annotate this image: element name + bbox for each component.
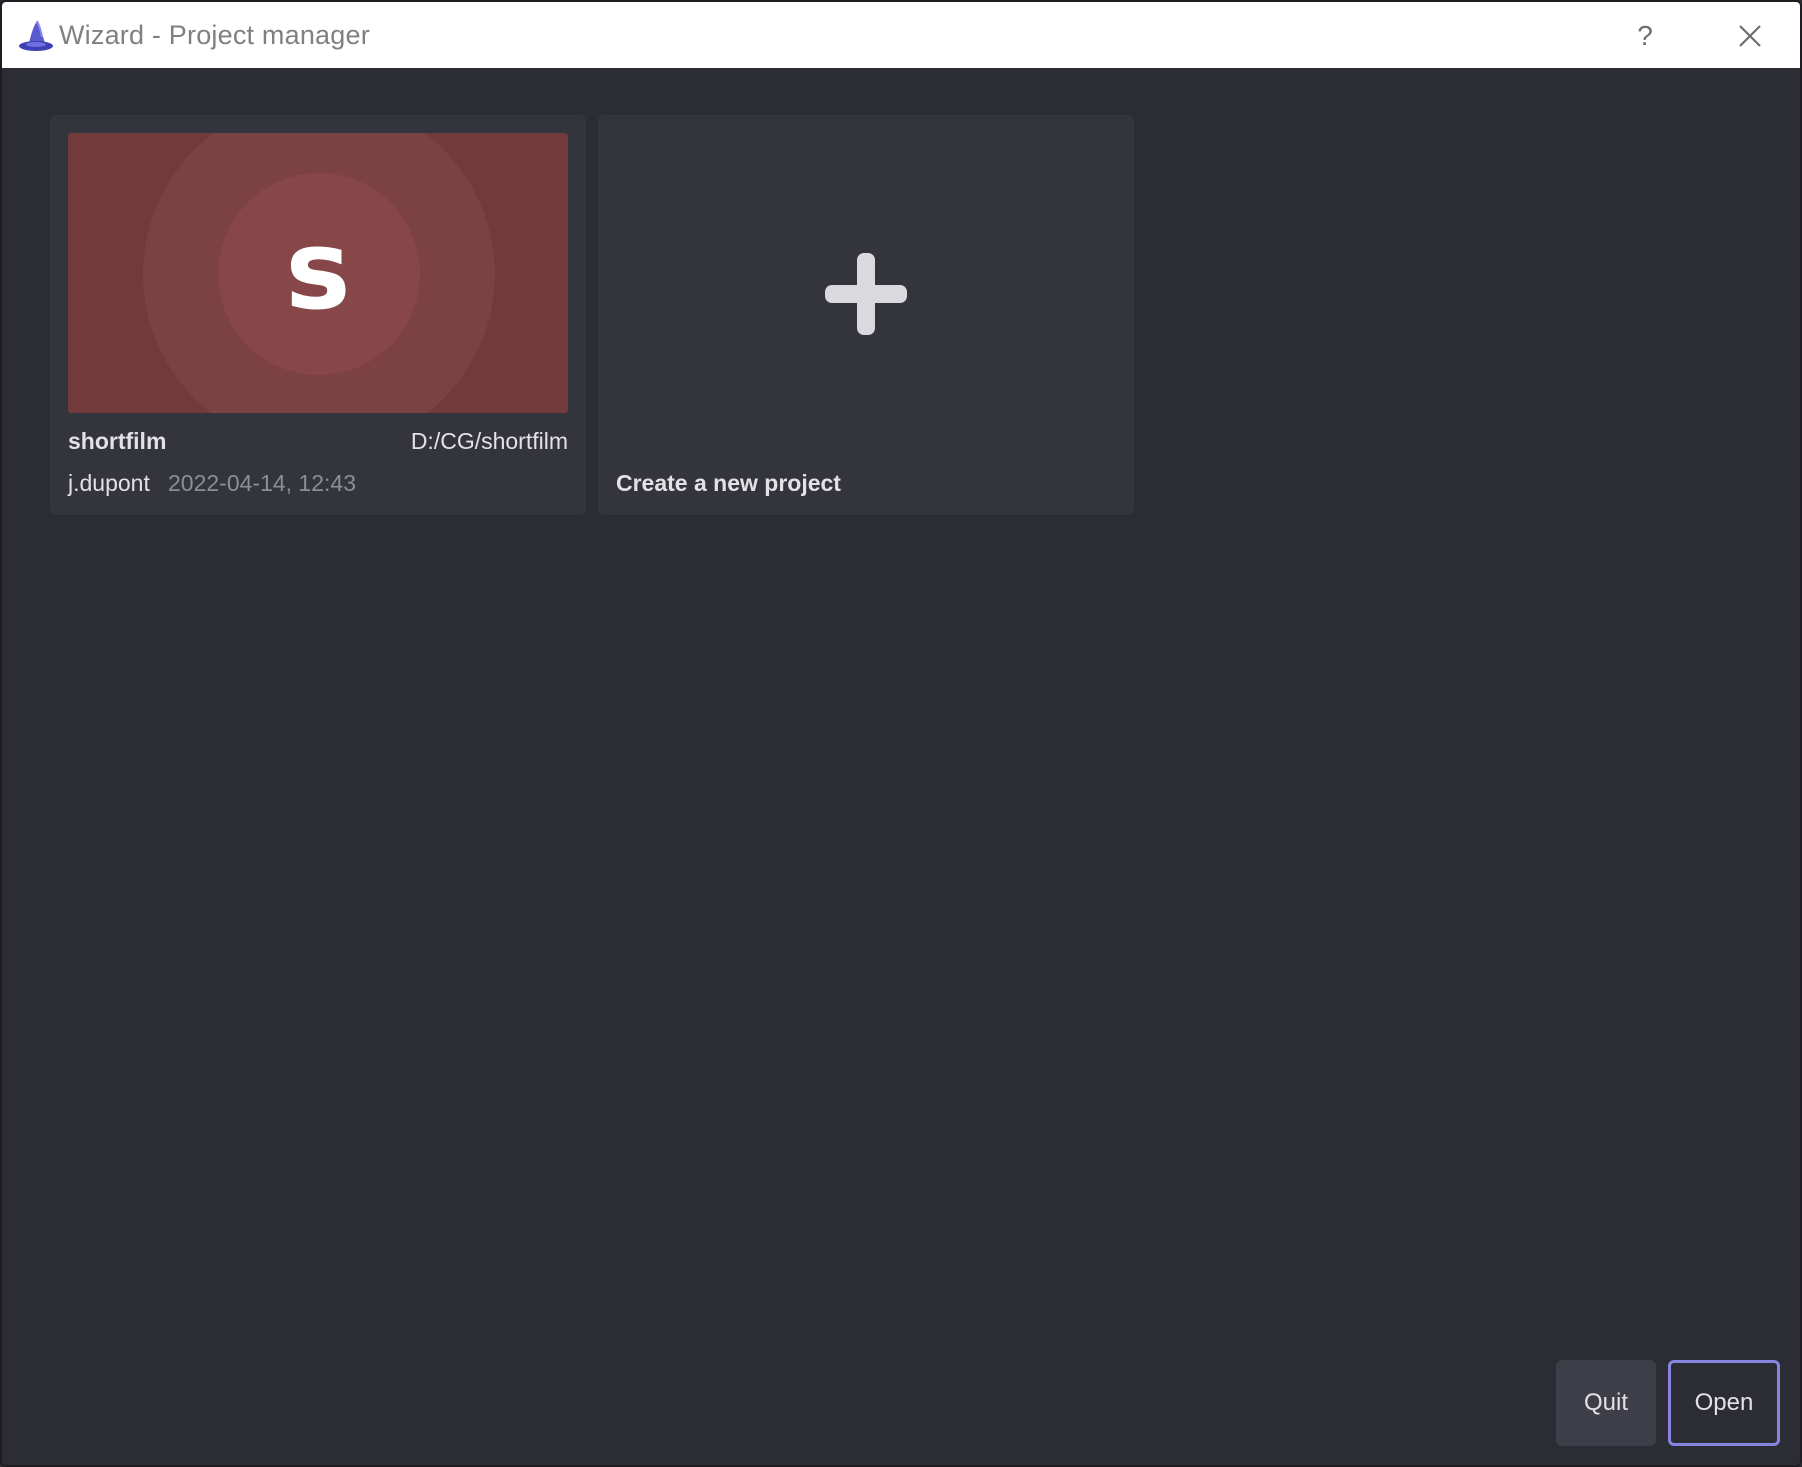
close-icon xyxy=(1739,25,1761,47)
close-button[interactable] xyxy=(1722,14,1778,58)
create-project-card[interactable]: Create a new project xyxy=(598,115,1134,515)
project-manager-window: Wizard - Project manager ? s shortfilm D… xyxy=(0,0,1802,1467)
help-icon: ? xyxy=(1637,20,1653,51)
project-path: D:/CG/shortfilm xyxy=(410,428,568,454)
plus-icon xyxy=(825,253,907,335)
project-name: shortfilm xyxy=(68,428,167,454)
title-bar[interactable]: Wizard - Project manager ? xyxy=(2,2,1800,68)
quit-button[interactable]: Quit xyxy=(1556,1360,1656,1446)
window-title: Wizard - Project manager xyxy=(59,20,370,50)
open-button[interactable]: Open xyxy=(1668,1360,1780,1446)
create-project-label: Create a new project xyxy=(616,470,841,496)
project-user: j.dupont xyxy=(68,470,150,496)
wizard-hat-icon xyxy=(19,20,53,51)
project-card-shortfilm[interactable]: s shortfilm D:/CG/shortfilm j.dupont 202… xyxy=(50,115,586,515)
help-button[interactable]: ? xyxy=(1617,14,1673,58)
project-thumbnail: s xyxy=(68,133,568,413)
thumbnail-letter: s xyxy=(285,206,351,334)
project-date: 2022-04-14, 12:43 xyxy=(168,470,356,496)
